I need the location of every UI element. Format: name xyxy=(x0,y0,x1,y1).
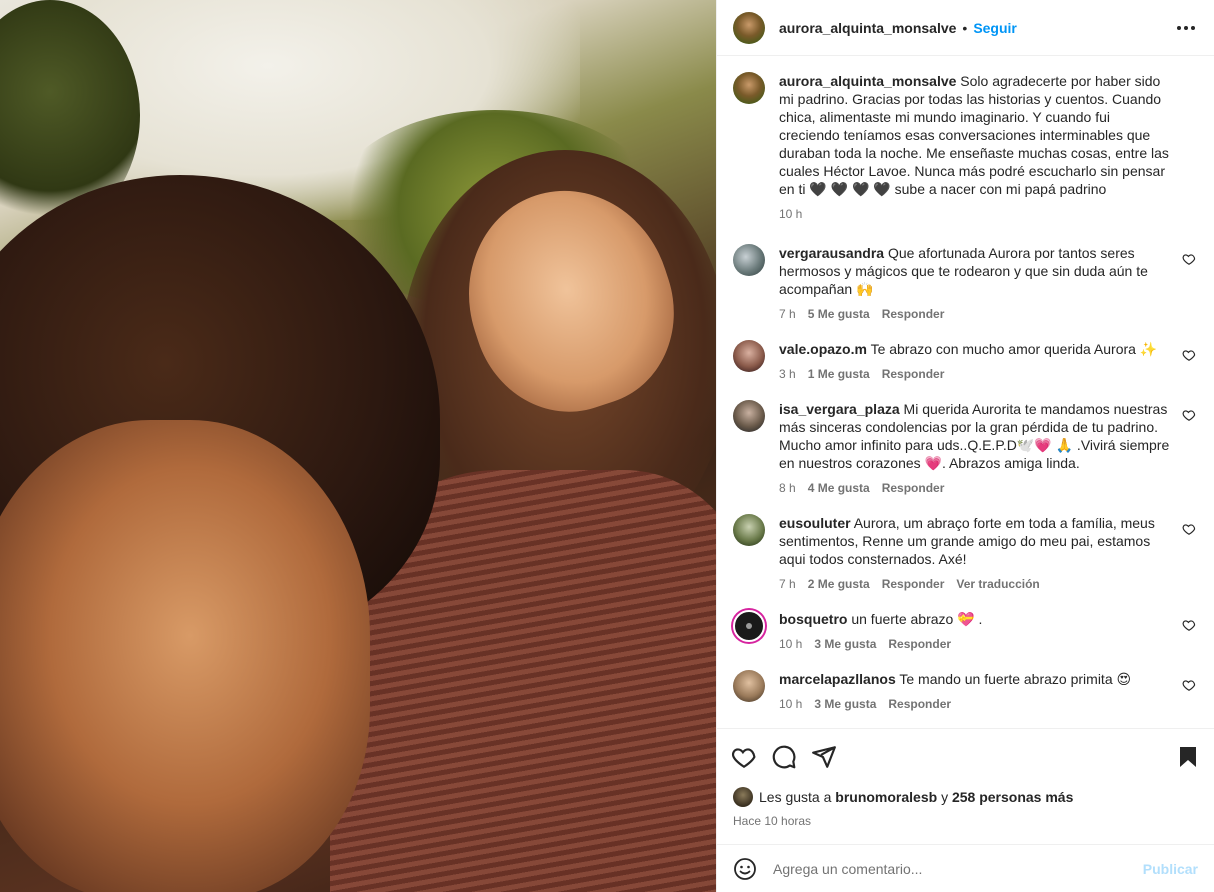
comment-composer: Agrega un comentario... Publicar xyxy=(717,844,1214,892)
comment-item: vergarausandra Que afortunada Aurora por… xyxy=(733,244,1196,322)
likes-summary: Les gusta a brunomoralesb y 258 personas… xyxy=(717,784,1214,810)
commenter-avatar[interactable] xyxy=(733,340,765,372)
commenter-avatar[interactable] xyxy=(733,670,765,702)
comment-likes[interactable]: 2 Me gusta xyxy=(808,576,870,592)
comment-username[interactable]: vergarausandra xyxy=(779,245,884,261)
commenter-avatar[interactable] xyxy=(733,400,765,432)
comment-username[interactable]: bosquetro xyxy=(779,611,847,627)
post-header: aurora_alquinta_monsalve • Seguir xyxy=(717,0,1214,56)
heart-icon[interactable] xyxy=(1182,408,1196,422)
liker-avatar[interactable] xyxy=(733,787,753,807)
commenter-avatar[interactable] xyxy=(733,610,765,642)
comments-list[interactable]: aurora_alquinta_monsalve Solo agradecert… xyxy=(717,56,1214,728)
comment-text: Te mando un fuerte abrazo primita 😍 xyxy=(899,671,1132,687)
post-time[interactable]: Hace 10 horas xyxy=(717,810,1214,832)
header-separator: • xyxy=(962,19,968,36)
comment-time[interactable]: 10 h xyxy=(779,696,802,712)
caption-avatar[interactable] xyxy=(733,72,765,104)
comment-likes[interactable]: 3 Me gusta xyxy=(814,696,876,712)
heart-icon[interactable] xyxy=(1182,618,1196,632)
heart-icon[interactable] xyxy=(731,744,757,770)
heart-icon[interactable] xyxy=(1182,522,1196,536)
emoji-icon[interactable] xyxy=(733,857,757,881)
reply-button[interactable]: Responder xyxy=(882,576,945,592)
comment-time[interactable]: 7 h xyxy=(779,306,796,322)
reply-button[interactable]: Responder xyxy=(882,306,945,322)
post-photo[interactable] xyxy=(0,0,716,892)
comment-time[interactable]: 7 h xyxy=(779,576,796,592)
post-comment-button[interactable]: Publicar xyxy=(1143,861,1198,877)
caption-time[interactable]: 10 h xyxy=(779,206,802,222)
comment-item: isa_vergara_plaza Mi querida Aurorita te… xyxy=(733,400,1196,496)
commenter-avatar[interactable] xyxy=(733,514,765,546)
post-side-panel: aurora_alquinta_monsalve • Seguir aurora… xyxy=(716,0,1214,892)
comment-text: Te abrazo con mucho amor querida Aurora … xyxy=(870,341,1158,357)
heart-icon[interactable] xyxy=(1182,348,1196,362)
comment-time[interactable]: 10 h xyxy=(779,636,802,652)
likes-others[interactable]: 258 personas más xyxy=(952,789,1073,805)
comment-likes[interactable]: 1 Me gusta xyxy=(808,366,870,382)
heart-icon[interactable] xyxy=(1182,252,1196,266)
action-bar xyxy=(717,728,1214,784)
share-icon[interactable] xyxy=(811,744,837,770)
likes-prefix: Les gusta a xyxy=(759,789,832,805)
comment-likes[interactable]: 3 Me gusta xyxy=(814,636,876,652)
translate-button[interactable]: Ver traducción xyxy=(956,576,1039,592)
more-icon[interactable] xyxy=(1174,16,1198,40)
heart-icon[interactable] xyxy=(1182,678,1196,692)
caption-text: Solo agradecerte por haber sido mi padri… xyxy=(779,73,1169,197)
liker-username[interactable]: brunomoralesb xyxy=(835,789,937,805)
reply-button[interactable]: Responder xyxy=(882,480,945,496)
reply-button[interactable]: Responder xyxy=(888,696,951,712)
comment-username[interactable]: eusouluter xyxy=(779,515,851,531)
post-dialog: aurora_alquinta_monsalve • Seguir aurora… xyxy=(0,0,1214,892)
comment-icon[interactable] xyxy=(771,744,797,770)
caption-username[interactable]: aurora_alquinta_monsalve xyxy=(779,73,956,89)
comment-item: bosquetro un fuerte abrazo 💝 . 10 h 3 Me… xyxy=(733,610,1196,652)
follow-button[interactable]: Seguir xyxy=(973,20,1017,36)
author-avatar[interactable] xyxy=(733,11,765,44)
comment-username[interactable]: vale.opazo.m xyxy=(779,341,867,357)
comment-item: marcelapazllanos Te mando un fuerte abra… xyxy=(733,670,1196,712)
bookmark-icon[interactable] xyxy=(1176,744,1200,770)
comment-item: vale.opazo.m Te abrazo con mucho amor qu… xyxy=(733,340,1196,382)
comment-likes[interactable]: 4 Me gusta xyxy=(808,480,870,496)
comment-likes[interactable]: 5 Me gusta xyxy=(808,306,870,322)
likes-connector: y xyxy=(941,789,949,805)
comment-text: un fuerte abrazo 💝 . xyxy=(851,611,983,627)
comment-username[interactable]: marcelapazllanos xyxy=(779,671,896,687)
reply-button[interactable]: Responder xyxy=(882,366,945,382)
comment-username[interactable]: isa_vergara_plaza xyxy=(779,401,900,417)
comment-input[interactable]: Agrega un comentario... xyxy=(773,861,1143,877)
comment-item: eusouluter Aurora, um abraço forte em to… xyxy=(733,514,1196,592)
caption: aurora_alquinta_monsalve Solo agradecert… xyxy=(733,72,1196,222)
comment-time[interactable]: 8 h xyxy=(779,480,796,496)
comment-time[interactable]: 3 h xyxy=(779,366,796,382)
reply-button[interactable]: Responder xyxy=(888,636,951,652)
commenter-avatar[interactable] xyxy=(733,244,765,276)
author-username[interactable]: aurora_alquinta_monsalve xyxy=(779,20,956,36)
